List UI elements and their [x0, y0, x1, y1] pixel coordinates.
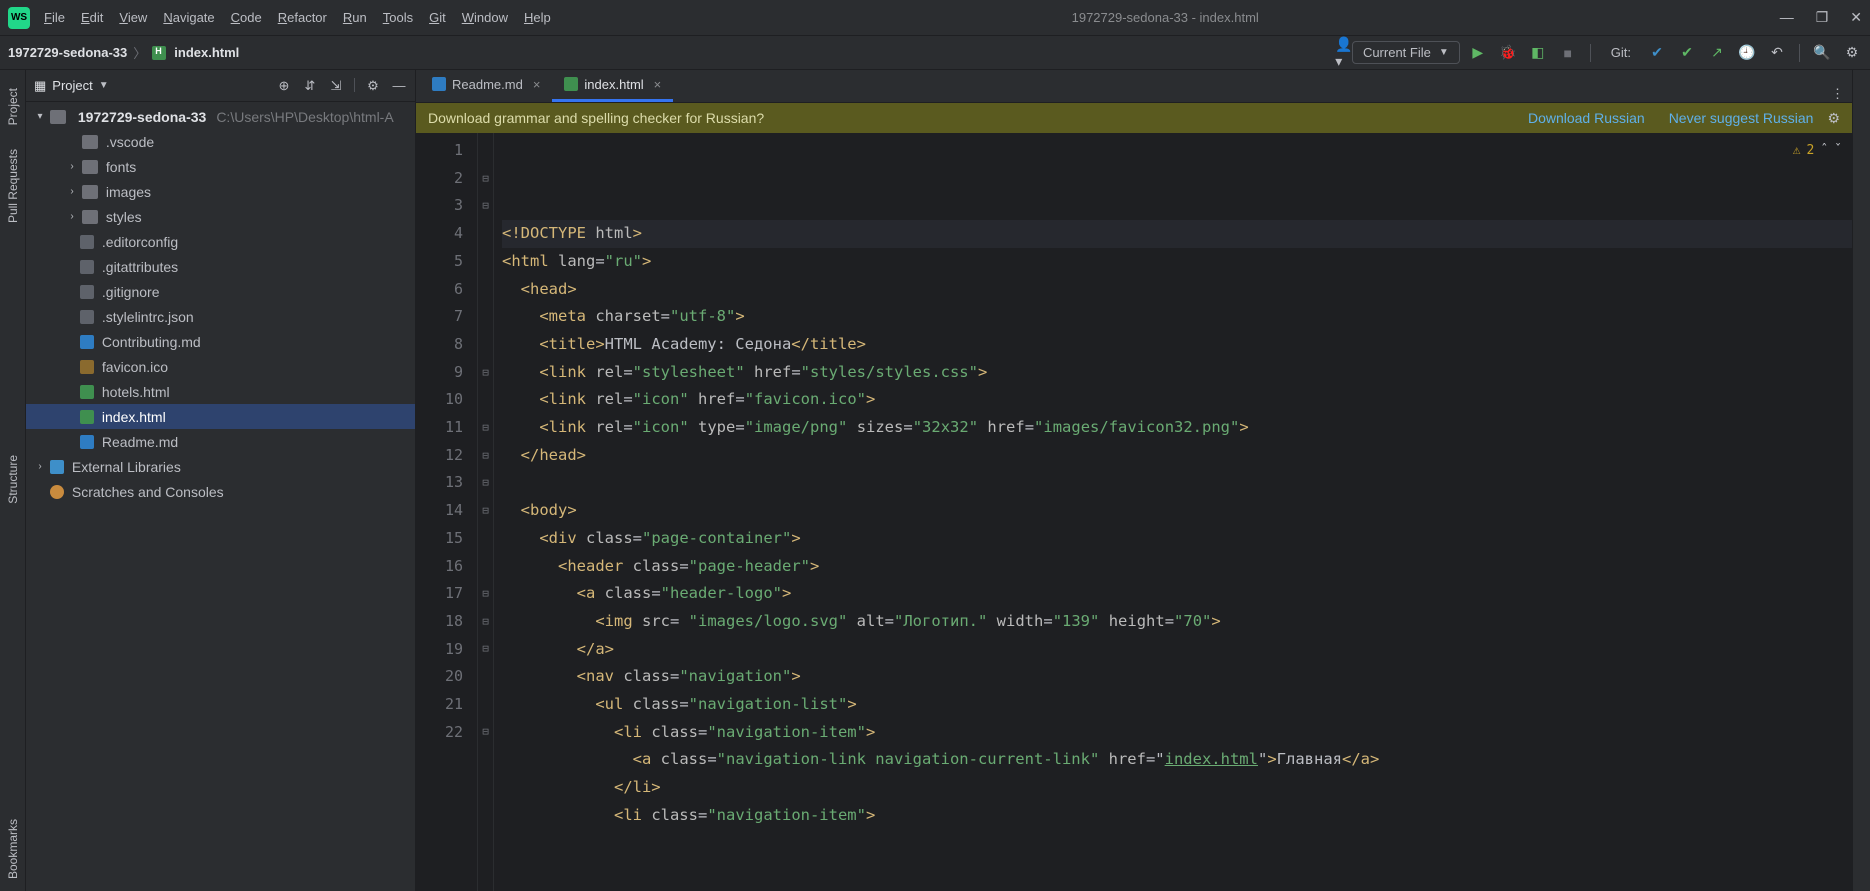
fold-gutter[interactable]: ⊟⊟⊟⊟⊟⊟⊟⊟⊟⊟⊟	[478, 133, 494, 891]
minimize-button[interactable]: —	[1780, 9, 1794, 26]
tree-item[interactable]: ▾ 1972729-sedona-33C:\Users\HP\Desktop\h…	[26, 104, 415, 129]
breadcrumb-root[interactable]: 1972729-sedona-33	[8, 45, 127, 60]
close-tab-icon[interactable]: ×	[654, 77, 662, 92]
inspection-widget[interactable]: ⚠ 2 ˆ ˇ	[1793, 137, 1842, 165]
coverage-button[interactable]: ◧	[1530, 45, 1546, 61]
menu-navigate[interactable]: Navigate	[163, 10, 214, 25]
menu-code[interactable]: Code	[231, 10, 262, 25]
navigation-bar: 1972729-sedona-33 〉 index.html 👤▾ Curren…	[0, 36, 1870, 70]
warning-icon: ⚠	[1793, 137, 1801, 165]
menu-window[interactable]: Window	[462, 10, 508, 25]
breadcrumb-file[interactable]: index.html	[174, 45, 239, 60]
warning-count: 2	[1807, 137, 1815, 165]
git-label: Git:	[1611, 45, 1631, 60]
project-tree[interactable]: ▾ 1972729-sedona-33C:\Users\HP\Desktop\h…	[26, 102, 415, 891]
menu-help[interactable]: Help	[524, 10, 551, 25]
git-history-button[interactable]: 🕘	[1739, 45, 1755, 61]
tree-item[interactable]: › styles	[26, 204, 415, 229]
tree-item[interactable]: index.html	[26, 404, 415, 429]
html-file-icon	[564, 77, 578, 91]
collapse-all-button[interactable]: ⇲	[328, 78, 344, 94]
run-config-selector[interactable]: Current File ▼	[1352, 41, 1460, 64]
window-controls: — ❐ ✕	[1780, 9, 1862, 26]
html-file-icon	[152, 46, 166, 60]
banner-message: Download grammar and spelling checker fo…	[428, 110, 764, 126]
left-strip-pull-requests[interactable]: Pull Requests	[6, 149, 20, 223]
md-file-icon	[432, 77, 446, 91]
editor-area: Readme.md×index.html× ⋮ Download grammar …	[416, 70, 1852, 891]
menu-edit[interactable]: Edit	[81, 10, 103, 25]
tree-item[interactable]: .editorconfig	[26, 229, 415, 254]
git-commit-button[interactable]: ✔	[1679, 45, 1695, 61]
tree-item[interactable]: .gitignore	[26, 279, 415, 304]
project-tool-window: ▦ Project ▼ ⊕ ⇵ ⇲ ⚙ — ▾ 1972729-sedona-3…	[26, 70, 416, 891]
menu-git[interactable]: Git	[429, 10, 446, 25]
project-view-icon: ▦	[34, 78, 46, 94]
chevron-down-icon[interactable]: ˇ	[1834, 137, 1842, 165]
menu-run[interactable]: Run	[343, 10, 367, 25]
maximize-button[interactable]: ❐	[1816, 9, 1829, 26]
project-title[interactable]: Project	[52, 78, 92, 93]
tree-item[interactable]: hotels.html	[26, 379, 415, 404]
menu-refactor[interactable]: Refactor	[278, 10, 327, 25]
git-push-button[interactable]: ↗	[1709, 45, 1725, 61]
chevron-up-icon[interactable]: ˆ	[1820, 137, 1828, 165]
banner-settings-icon[interactable]: ⚙	[1827, 110, 1840, 127]
project-header: ▦ Project ▼ ⊕ ⇵ ⇲ ⚙ —	[26, 70, 415, 102]
tree-item[interactable]: › External Libraries	[26, 454, 415, 479]
line-number-gutter[interactable]: 12345678910111213141516171819202122	[416, 133, 478, 891]
git-rollback-button[interactable]: ↶	[1769, 45, 1785, 61]
right-tool-strip	[1852, 70, 1870, 891]
tree-item[interactable]: › images	[26, 179, 415, 204]
left-tool-strip: Project Pull Requests Structure Bookmarks	[0, 70, 26, 891]
tree-item[interactable]: .stylelintrc.json	[26, 304, 415, 329]
banner-never-link[interactable]: Never suggest Russian	[1669, 110, 1814, 126]
breadcrumb[interactable]: 1972729-sedona-33 〉 index.html	[8, 43, 239, 62]
select-opened-file-button[interactable]: ⊕	[276, 78, 292, 94]
tree-item[interactable]: Readme.md	[26, 429, 415, 454]
git-update-button[interactable]: ✔	[1649, 45, 1665, 61]
breadcrumb-sep: 〉	[133, 43, 146, 62]
hide-button[interactable]: —	[391, 78, 407, 94]
app-icon: WS	[8, 7, 30, 29]
toolbar-run: ▶ 🐞 ◧ ■ Git: ✔ ✔ ↗ 🕘 ↶ 🔍 ⚙	[1470, 44, 1860, 62]
menu-view[interactable]: View	[119, 10, 147, 25]
tree-item[interactable]: favicon.ico	[26, 354, 415, 379]
run-config-label: Current File	[1363, 45, 1431, 60]
chevron-down-icon[interactable]: ▼	[99, 80, 109, 91]
menu-tools[interactable]: Tools	[383, 10, 413, 25]
debug-button[interactable]: 🐞	[1500, 45, 1516, 61]
editor-tab[interactable]: Readme.md×	[420, 69, 552, 102]
menu-bar: File Edit View Navigate Code Refactor Run Tools…	[44, 10, 551, 25]
tree-item[interactable]: .gitattributes	[26, 254, 415, 279]
stop-button[interactable]: ■	[1560, 45, 1576, 61]
title-bar: WS File Edit View Navigate Code Refactor Run To…	[0, 0, 1870, 36]
editor-tabs: Readme.md×index.html× ⋮	[416, 70, 1852, 103]
tree-item[interactable]: › fonts	[26, 154, 415, 179]
expand-all-button[interactable]: ⇵	[302, 78, 318, 94]
search-button[interactable]: 🔍	[1814, 45, 1830, 61]
left-strip-project[interactable]: Project	[6, 88, 20, 125]
left-strip-structure[interactable]: Structure	[6, 455, 20, 504]
tree-item[interactable]: .vscode	[26, 129, 415, 154]
settings-button[interactable]: ⚙	[1844, 45, 1860, 61]
tree-item[interactable]: Contributing.md	[26, 329, 415, 354]
close-button[interactable]: ✕	[1850, 9, 1862, 26]
main-layout: Project Pull Requests Structure Bookmarks ▦…	[0, 70, 1870, 891]
tree-item[interactable]: Scratches and Consoles	[26, 479, 415, 504]
menu-file[interactable]: File	[44, 10, 65, 25]
window-title: 1972729-sedona-33 - index.html	[551, 10, 1780, 25]
tabs-more-icon[interactable]: ⋮	[1823, 86, 1852, 102]
close-tab-icon[interactable]: ×	[533, 77, 541, 92]
code-editor[interactable]: 12345678910111213141516171819202122 ⊟⊟⊟⊟…	[416, 133, 1852, 891]
notification-banner: Download grammar and spelling checker fo…	[416, 103, 1852, 133]
code-content[interactable]: ⚠ 2 ˆ ˇ <!DOCTYPE html><html lang="ru"> …	[494, 133, 1852, 891]
editor-tab[interactable]: index.html×	[552, 69, 673, 102]
run-button[interactable]: ▶	[1470, 45, 1486, 61]
left-strip-bookmarks[interactable]: Bookmarks	[6, 819, 20, 879]
chevron-down-icon: ▼	[1439, 47, 1449, 58]
banner-download-link[interactable]: Download Russian	[1528, 110, 1645, 126]
settings-icon[interactable]: ⚙	[365, 78, 381, 94]
user-icon[interactable]: 👤▾	[1336, 45, 1352, 61]
